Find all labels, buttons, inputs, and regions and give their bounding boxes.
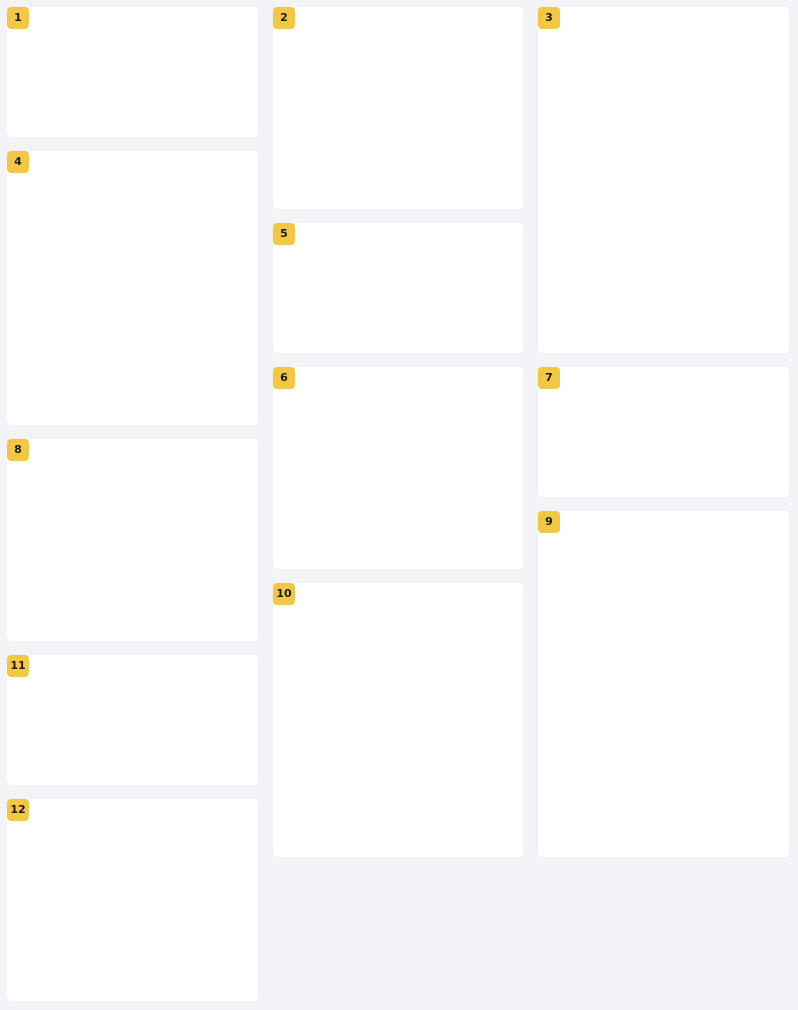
card-number-badge: 12 bbox=[7, 799, 29, 821]
grid-card-7[interactable]: 7 bbox=[538, 367, 789, 497]
grid-card-5[interactable]: 5 bbox=[273, 223, 523, 353]
card-number-badge: 3 bbox=[538, 7, 560, 29]
card-number-badge: 7 bbox=[538, 367, 560, 389]
card-number-badge: 1 bbox=[7, 7, 29, 29]
grid-card-2[interactable]: 2 bbox=[273, 7, 523, 209]
grid-card-4[interactable]: 4 bbox=[7, 151, 258, 425]
card-number-badge: 6 bbox=[273, 367, 295, 389]
card-number-badge: 2 bbox=[273, 7, 295, 29]
grid-card-8[interactable]: 8 bbox=[7, 439, 258, 641]
card-number-badge: 5 bbox=[273, 223, 295, 245]
card-number-badge: 11 bbox=[7, 655, 29, 677]
grid-card-1[interactable]: 1 bbox=[7, 7, 258, 137]
card-number-badge: 4 bbox=[7, 151, 29, 173]
grid-card-10[interactable]: 10 bbox=[273, 583, 523, 857]
card-number-badge: 10 bbox=[273, 583, 295, 605]
grid-card-12[interactable]: 12 bbox=[7, 799, 258, 1001]
card-number-badge: 8 bbox=[7, 439, 29, 461]
grid-card-9[interactable]: 9 bbox=[538, 511, 789, 857]
grid-card-6[interactable]: 6 bbox=[273, 367, 523, 569]
card-number-badge: 9 bbox=[538, 511, 560, 533]
grid-card-3[interactable]: 3 bbox=[538, 7, 789, 353]
grid-card-11[interactable]: 11 bbox=[7, 655, 258, 785]
